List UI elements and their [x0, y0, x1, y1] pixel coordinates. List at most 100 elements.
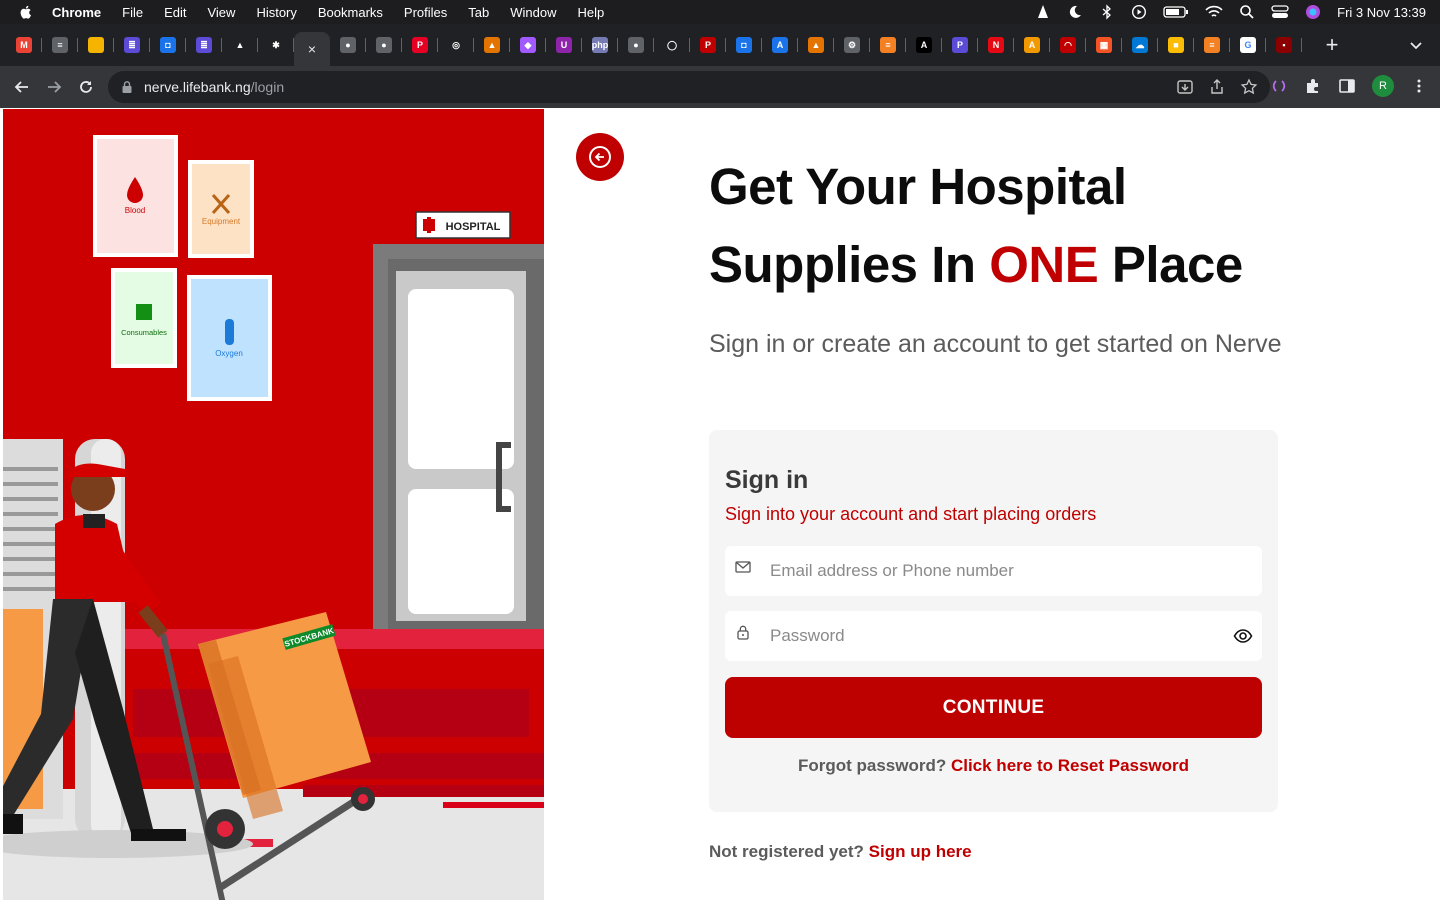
browser-tab[interactable] — [78, 28, 114, 62]
reload-button[interactable] — [70, 71, 102, 103]
browser-tab[interactable]: ▲ — [798, 28, 834, 62]
tab-active[interactable]: × — [294, 32, 330, 66]
menu-history[interactable]: History — [256, 5, 296, 20]
browser-tab[interactable]: P — [942, 28, 978, 62]
signup-link[interactable]: Sign up here — [869, 842, 972, 861]
browser-tab[interactable]: U — [546, 28, 582, 62]
browser-tab[interactable]: ▪ — [1266, 28, 1302, 62]
extension-bracket-icon[interactable] — [1270, 77, 1288, 95]
forward-nav-button[interactable] — [38, 71, 70, 103]
continue-button[interactable]: CONTINUE — [725, 677, 1262, 738]
menu-view[interactable]: View — [207, 5, 235, 20]
moon-icon[interactable] — [1067, 4, 1083, 20]
browser-tab[interactable]: ▲ — [474, 28, 510, 62]
browser-tab[interactable]: A — [762, 28, 798, 62]
mountain-icon: ▲ — [484, 37, 500, 53]
browser-tab[interactable]: php — [582, 28, 618, 62]
wifi-icon[interactable] — [1205, 4, 1223, 20]
mail-icon — [735, 561, 751, 573]
tab-search-chevron-icon[interactable] — [1408, 37, 1424, 53]
browser-tab[interactable]: ▦ — [1086, 28, 1122, 62]
email-field[interactable] — [725, 546, 1262, 596]
menu-edit[interactable]: Edit — [164, 5, 186, 20]
browser-tab[interactable]: P — [690, 28, 726, 62]
browser-tab[interactable]: ◯ — [654, 28, 690, 62]
shield-tab-icon: ◘ — [160, 37, 176, 53]
menu-help[interactable]: Help — [578, 5, 605, 20]
browser-tab[interactable]: ▲ — [222, 28, 258, 62]
control-center-icon[interactable] — [1271, 4, 1289, 20]
browser-tab[interactable]: ≡ — [1194, 28, 1230, 62]
browser-tab[interactable]: ◎ — [438, 28, 474, 62]
browser-tab[interactable]: ● — [618, 28, 654, 62]
back-button[interactable] — [576, 133, 624, 181]
eye-icon[interactable] — [1233, 626, 1253, 646]
back-nav-button[interactable] — [6, 71, 38, 103]
browser-tab[interactable]: ≡ — [870, 28, 906, 62]
password-field[interactable] — [725, 611, 1262, 661]
play-circle-icon[interactable] — [1131, 4, 1147, 20]
browser-tab[interactable]: ≣ — [114, 28, 150, 62]
arrow-left-icon — [14, 81, 28, 93]
menu-bookmarks[interactable]: Bookmarks — [318, 5, 383, 20]
browser-tab[interactable]: A — [906, 28, 942, 62]
browser-tab[interactable]: ◘ — [726, 28, 762, 62]
list-icon: ≣ — [196, 37, 212, 53]
headline-line2-post: Place — [1098, 236, 1243, 293]
gear-tab-icon: ⚙ — [844, 37, 860, 53]
browser-tab[interactable]: ⚙ — [834, 28, 870, 62]
signin-card: Sign in Sign into your account and start… — [709, 430, 1278, 812]
hospital-illustration: Blood Equipment Consumables Oxygen HOSPI… — [3, 109, 544, 900]
password-input[interactable] — [770, 611, 1210, 661]
signup-text: Not registered yet? Sign up here — [709, 842, 972, 862]
menu-profiles[interactable]: Profiles — [404, 5, 447, 20]
browser-tab[interactable]: ≡ — [42, 28, 78, 62]
lock-icon[interactable] — [120, 80, 134, 94]
menu-window[interactable]: Window — [510, 5, 556, 20]
menu-file[interactable]: File — [122, 5, 143, 20]
browser-tab[interactable]: ◆ — [510, 28, 546, 62]
browser-tab[interactable]: ◠ — [1050, 28, 1086, 62]
url-host: nerve.lifebank.ng — [144, 79, 251, 95]
browser-tab[interactable]: M — [6, 28, 42, 62]
new-tab-button[interactable]: + — [1316, 29, 1348, 61]
reset-password-link[interactable]: Click here to Reset Password — [951, 756, 1189, 775]
install-app-icon[interactable] — [1176, 78, 1194, 96]
globe-icon: ● — [376, 37, 392, 53]
browser-tab[interactable]: G — [1230, 28, 1266, 62]
bookmark-star-icon[interactable] — [1240, 78, 1258, 96]
browser-tab[interactable]: N — [978, 28, 1014, 62]
pinterest-icon: P — [700, 37, 716, 53]
browser-tab[interactable]: ✱ — [258, 28, 294, 62]
browser-tab[interactable]: ● — [330, 28, 366, 62]
browser-tab[interactable]: A — [1014, 28, 1050, 62]
back-arrow-ring — [589, 146, 611, 168]
email-input[interactable] — [770, 546, 1210, 596]
apple-icon[interactable] — [18, 4, 34, 20]
spotlight-search-icon[interactable] — [1239, 4, 1255, 20]
share-icon[interactable] — [1208, 78, 1226, 96]
menu-tab[interactable]: Tab — [468, 5, 489, 20]
browser-tab[interactable]: ≣ — [186, 28, 222, 62]
browser-tab[interactable]: ■ — [1158, 28, 1194, 62]
side-panel-icon[interactable] — [1338, 77, 1356, 95]
poster-blood-label: Blood — [125, 206, 145, 215]
profile-avatar[interactable]: R — [1372, 75, 1394, 97]
battery-icon[interactable] — [1163, 4, 1189, 20]
browser-tab[interactable]: ◘ — [150, 28, 186, 62]
address-bar[interactable]: nerve.lifebank.ng/login — [108, 71, 1270, 103]
menu-app-name[interactable]: Chrome — [52, 5, 101, 20]
poster-equipment-label: Equipment — [202, 217, 241, 226]
browser-tab[interactable]: P — [402, 28, 438, 62]
kebab-menu-icon[interactable] — [1410, 77, 1428, 95]
siri-icon[interactable] — [1305, 4, 1321, 20]
browser-tab[interactable]: ☁ — [1122, 28, 1158, 62]
close-tab-icon[interactable]: × — [308, 41, 316, 57]
extensions-puzzle-icon[interactable] — [1304, 77, 1322, 95]
menu-clock[interactable]: Fri 3 Nov 13:39 — [1337, 5, 1426, 20]
php-icon: php — [592, 37, 608, 53]
vlc-icon[interactable] — [1035, 4, 1051, 20]
bluetooth-icon[interactable] — [1099, 4, 1115, 20]
search-tab-icon: ◎ — [448, 37, 464, 53]
browser-tab[interactable]: ● — [366, 28, 402, 62]
